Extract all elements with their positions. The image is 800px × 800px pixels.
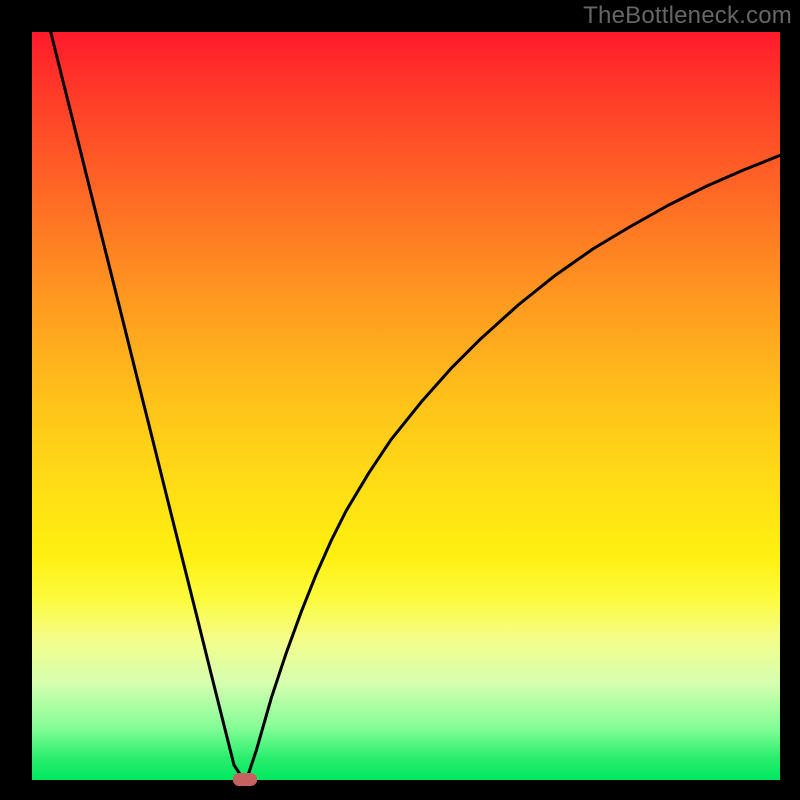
min-marker bbox=[233, 773, 257, 786]
bottleneck-curve bbox=[32, 0, 780, 780]
watermark-text: TheBottleneck.com bbox=[583, 2, 792, 30]
curve-layer bbox=[0, 0, 800, 800]
chart-frame: TheBottleneck.com bbox=[0, 0, 800, 800]
